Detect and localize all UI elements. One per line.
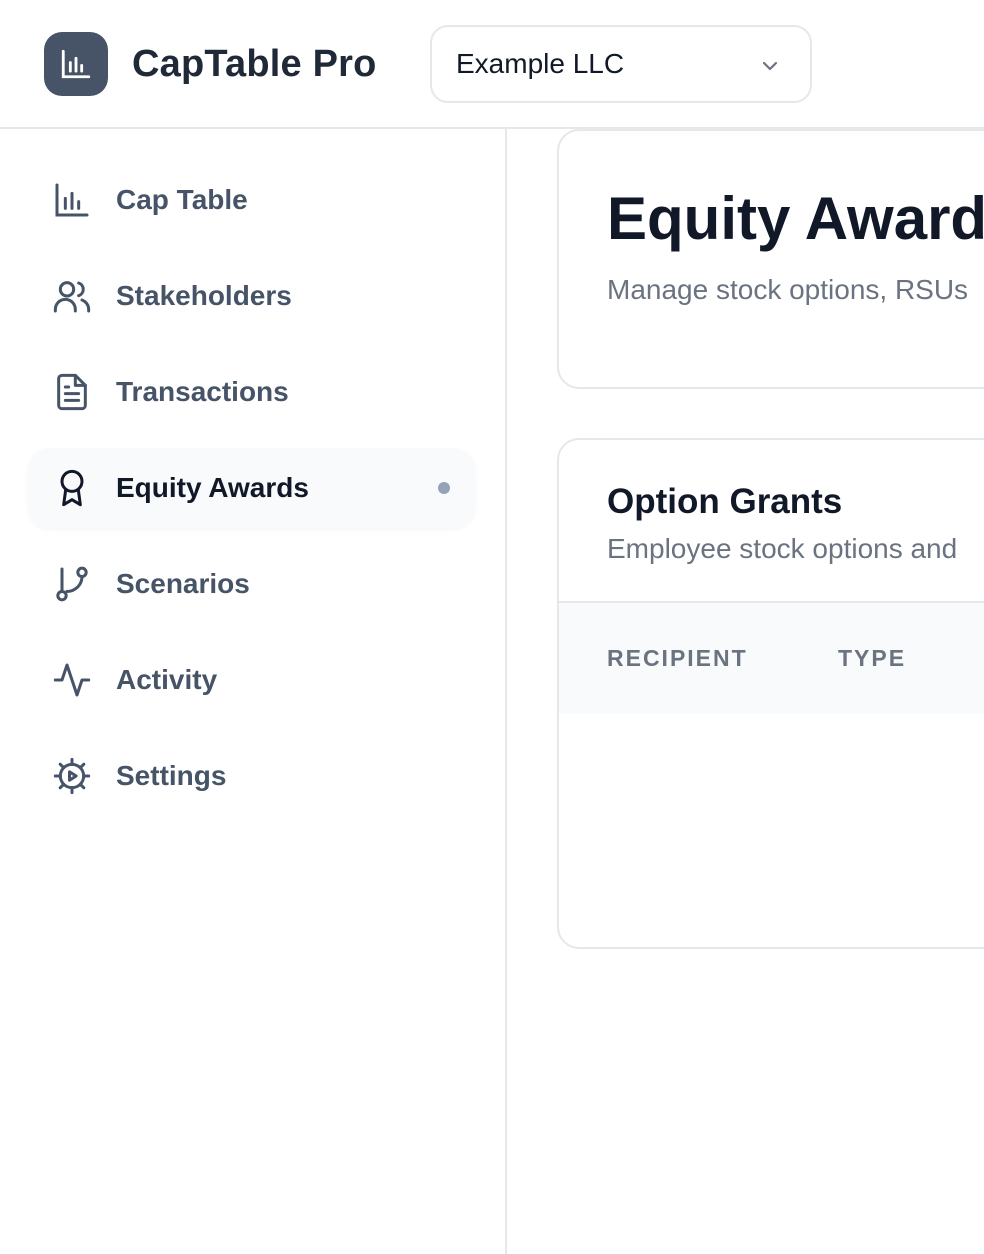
company-select-value: Example LLC — [456, 48, 625, 79]
document-icon — [57, 373, 87, 411]
activity-icon — [53, 663, 91, 697]
table-header: RECIPIENT TYPE — [559, 601, 984, 714]
sidebar-item-label: Activity — [116, 664, 218, 695]
sidebar-item-label: Cap Table — [116, 184, 248, 215]
sidebar-item-equity-awards[interactable]: Equity Awards — [28, 448, 475, 528]
sidebar-item-label: Transactions — [116, 376, 289, 407]
company-select[interactable]: Example LLC — [430, 25, 812, 103]
page-title: Equity Awards — [607, 185, 984, 252]
section-subtitle: Employee stock options and — [607, 533, 958, 564]
section-title: Option Grants — [607, 482, 843, 521]
top-header: CapTable Pro Example LLC — [0, 0, 984, 129]
bar-chart-icon — [55, 183, 89, 217]
page-subtitle: Manage stock options, RSUs — [607, 274, 969, 305]
sidebar-item-label: Stakeholders — [116, 280, 292, 311]
app-logo[interactable] — [44, 32, 108, 96]
settings-icon — [53, 757, 91, 795]
users-icon — [53, 281, 91, 313]
chevron-down-icon — [762, 61, 778, 71]
app-name: CapTable Pro — [132, 43, 377, 85]
option-grants-card: Option Grants Employee stock options and… — [557, 438, 984, 949]
sidebar-item-activity[interactable]: Activity — [28, 640, 475, 720]
sidebar-item-label: Scenarios — [116, 568, 250, 599]
sidebar: Cap Table Stakeholders Transactions Equi… — [0, 129, 507, 1254]
sidebar-item-label: Equity Awards — [116, 472, 309, 503]
sidebar-item-stakeholders[interactable]: Stakeholders — [28, 256, 475, 336]
sidebar-item-cap-table[interactable]: Cap Table — [28, 160, 475, 240]
award-icon — [60, 469, 84, 507]
bar-chart-icon — [61, 49, 91, 79]
sidebar-item-label: Settings — [116, 760, 227, 791]
sidebar-item-settings[interactable]: Settings — [28, 736, 475, 816]
column-header-type[interactable]: TYPE — [838, 643, 906, 673]
active-indicator-dot — [438, 482, 450, 494]
column-header-recipient[interactable]: RECIPIENT — [607, 643, 748, 673]
git-branch-icon — [56, 566, 88, 602]
sidebar-item-transactions[interactable]: Transactions — [28, 352, 475, 432]
sidebar-item-scenarios[interactable]: Scenarios — [28, 544, 475, 624]
page-header-card: Equity Awards Manage stock options, RSUs — [557, 129, 984, 389]
